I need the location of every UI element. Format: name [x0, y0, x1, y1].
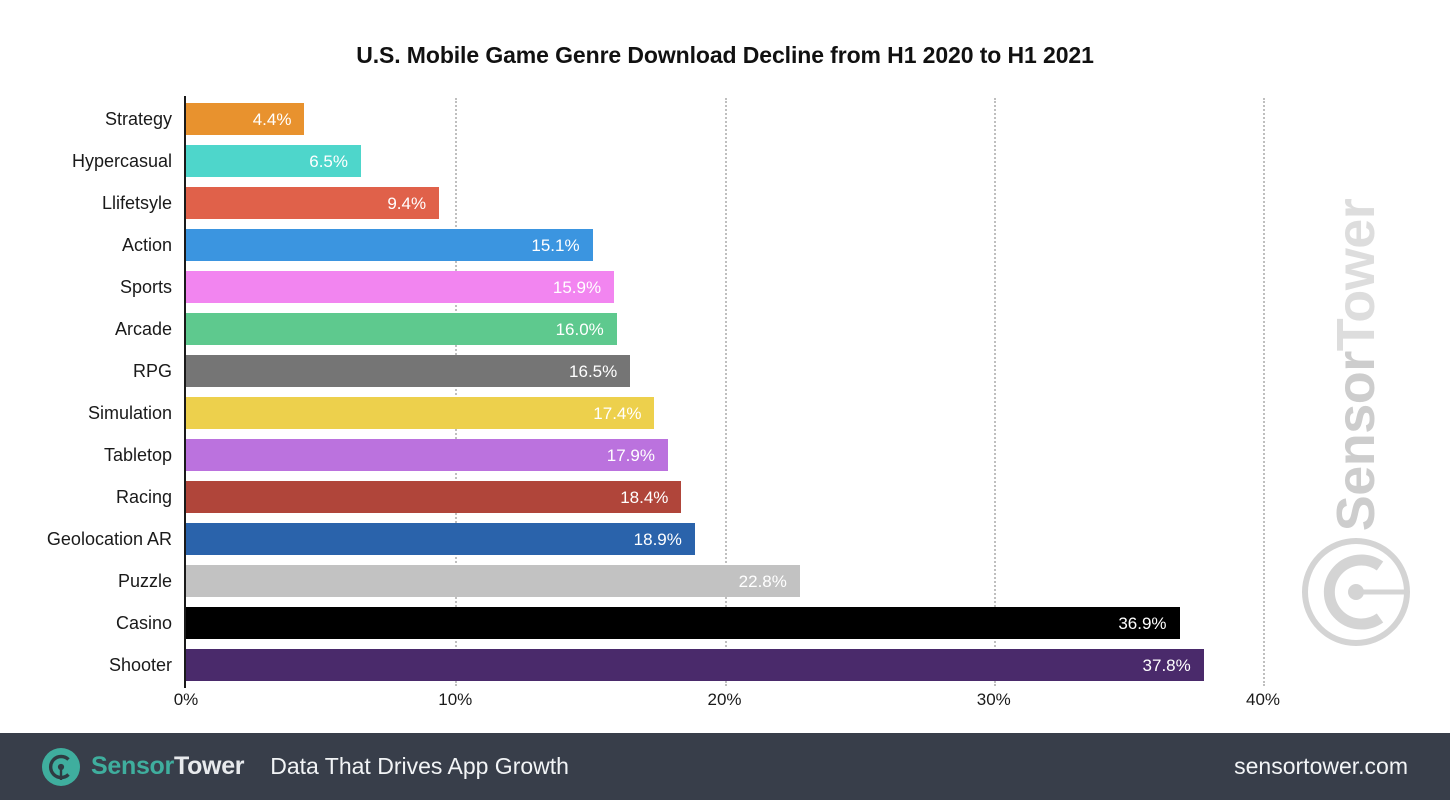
footer-tagline: Data That Drives App Growth: [270, 753, 569, 779]
bar[interactable]: 22.8%: [186, 565, 800, 597]
category-label: Racing: [115, 486, 172, 507]
bar-value-label: 15.1%: [531, 235, 580, 255]
category-label: Sports: [119, 276, 172, 297]
bar-value-label: 17.4%: [593, 403, 642, 423]
bar[interactable]: 17.9%: [186, 439, 668, 471]
category-label: Simulation: [87, 402, 172, 423]
bar[interactable]: 16.0%: [186, 313, 617, 345]
bar-value-label: 22.8%: [738, 571, 787, 591]
bar-value-label: 37.8%: [1142, 655, 1191, 675]
x-tick-label: 40%: [1245, 690, 1281, 709]
bar[interactable]: 17.4%: [186, 397, 655, 429]
bar-value-label: 16.5%: [569, 361, 618, 381]
bar-row: 18.9%: [186, 518, 1263, 560]
category-label: Shooter: [108, 654, 172, 675]
bar-row: 36.9%: [186, 602, 1263, 644]
footer-brand-text: SensorTower: [91, 752, 245, 781]
bar[interactable]: 15.1%: [186, 229, 593, 261]
footer-branding: SensorTower Data That Drives App Growth: [42, 747, 569, 786]
bar-row: 18.4%: [186, 476, 1263, 518]
sensortower-logo-icon: [42, 747, 80, 786]
bar-row: 17.9%: [186, 434, 1263, 476]
bar[interactable]: 15.9%: [186, 271, 615, 303]
watermark-brand-second: Tower: [1326, 198, 1386, 352]
bar[interactable]: 4.4%: [186, 103, 305, 135]
x-tick-label: 30%: [976, 690, 1011, 709]
bar-series: 4.4% 6.5% 9.4% 15.1% 15.9% 16.0% 16.5% 17.4% 17.…: [186, 98, 1263, 686]
x-tick-label: 20%: [707, 690, 742, 709]
sensortower-signal-icon: [1300, 536, 1412, 653]
bar-value-label: 4.4%: [252, 109, 292, 129]
y-axis-line: [184, 96, 186, 688]
gridline: [1263, 98, 1265, 686]
bar-row: 6.5%: [186, 140, 1263, 182]
chart-title: U.S. Mobile Game Genre Download Decline …: [356, 42, 1094, 68]
category-label: Strategy: [104, 108, 172, 129]
category-label: Arcade: [114, 318, 172, 339]
bar-row: 9.4%: [186, 182, 1263, 224]
bar[interactable]: 6.5%: [186, 145, 361, 177]
bar[interactable]: 18.4%: [186, 481, 682, 513]
category-label: Geolocation AR: [46, 528, 172, 549]
bar-value-label: 17.9%: [606, 445, 655, 465]
bar[interactable]: 16.5%: [186, 355, 631, 387]
bar-row: 16.0%: [186, 308, 1263, 350]
bar-value-label: 18.9%: [633, 529, 682, 549]
category-label: RPG: [132, 360, 172, 381]
bar-row: 15.9%: [186, 266, 1263, 308]
category-label: Tabletop: [103, 444, 172, 465]
footer-bar: SensorTower Data That Drives App Growth …: [0, 733, 1450, 800]
footer-brand-second: Tower: [173, 752, 245, 780]
bar-value-label: 6.5%: [309, 151, 348, 171]
bar-value-label: 16.0%: [555, 319, 604, 339]
category-label: Action: [121, 234, 172, 255]
category-label: Casino: [115, 612, 172, 633]
watermark-brand-first: Sensor: [1326, 351, 1386, 532]
bar-value-label: 18.4%: [620, 487, 669, 507]
footer-url[interactable]: sensortower.com: [1234, 753, 1408, 780]
category-label: Llifetsyle: [101, 192, 172, 213]
bar-value-label: 36.9%: [1118, 613, 1167, 633]
chart-page: U.S. Mobile Game Genre Download Decline …: [0, 0, 1450, 800]
bar-value-label: 15.9%: [552, 277, 602, 297]
bar-row: 37.8%: [186, 644, 1263, 686]
category-label: Hypercasual: [71, 150, 172, 171]
plot-area: 4.4% 6.5% 9.4% 15.1% 15.9% 16.0% 16.5% 17.4% 17.…: [186, 98, 1265, 686]
x-tick-label: 0%: [173, 690, 199, 709]
bar-value-label: 9.4%: [387, 193, 427, 213]
bar[interactable]: 37.8%: [186, 649, 1204, 681]
category-axis-labels: Strategy Hypercasual Llifetsyle Action Sport…: [0, 98, 172, 686]
bar-row: 17.4%: [186, 392, 1263, 434]
x-tick-label: 10%: [438, 690, 473, 709]
bar-row: 4.4%: [186, 98, 1263, 140]
category-label: Puzzle: [117, 570, 172, 591]
bar-row: 22.8%: [186, 560, 1263, 602]
watermark: SensorTower: [1276, 96, 1436, 696]
x-axis-tick-labels: 0% 10% 20% 30% 40%: [174, 690, 1280, 720]
bar[interactable]: 36.9%: [186, 607, 1180, 639]
watermark-brand-text: SensorTower: [1325, 199, 1387, 532]
bar[interactable]: 18.9%: [186, 523, 695, 555]
bar-row: 15.1%: [186, 224, 1263, 266]
bar-row: 16.5%: [186, 350, 1263, 392]
bar[interactable]: 9.4%: [186, 187, 440, 219]
footer-brand-first: Sensor: [91, 752, 174, 780]
